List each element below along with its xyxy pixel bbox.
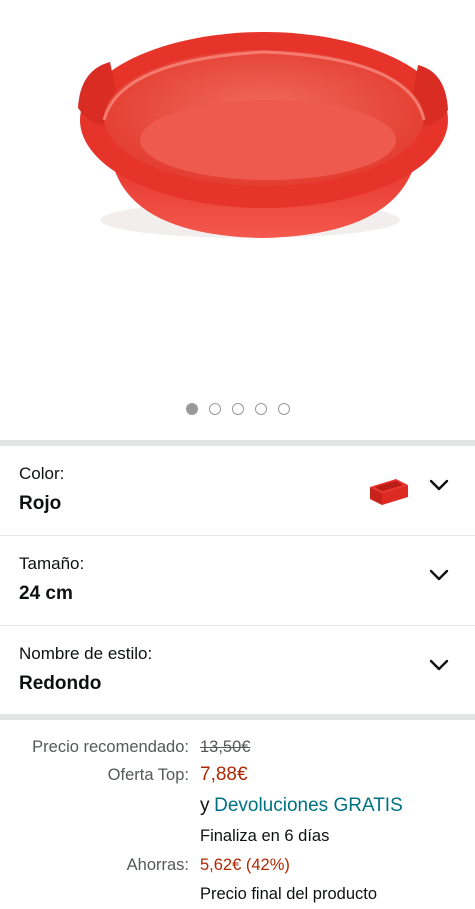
returns-prefix: y <box>200 795 210 816</box>
variation-size-value: 24 cm <box>19 583 73 604</box>
section-divider <box>0 714 475 720</box>
free-returns-link[interactable]: Devoluciones GRATIS <box>214 795 403 816</box>
final-price-note: Precio final del producto <box>200 885 378 903</box>
variation-style-label: Nombre de estilo: <box>19 644 153 663</box>
image-pagination-dots[interactable] <box>0 403 475 415</box>
chevron-down-icon[interactable] <box>429 569 449 581</box>
variation-size-row[interactable]: Tamaño: 24 cm <box>0 536 475 626</box>
offer-price-value: 7,88€ <box>200 764 248 785</box>
offer-price-label: Oferta Top: <box>107 766 189 784</box>
recommended-price-value: 13,50€ <box>200 738 251 756</box>
variation-color-label: Color: <box>19 464 65 483</box>
pagination-dot[interactable] <box>254 403 267 415</box>
chevron-down-icon[interactable] <box>429 659 449 671</box>
chevron-down-icon[interactable] <box>429 479 449 491</box>
variation-color-value: Rojo <box>19 493 62 514</box>
pagination-dot[interactable] <box>208 403 221 415</box>
product-image-gallery[interactable] <box>0 0 475 440</box>
variation-style-value: Redondo <box>19 673 102 694</box>
savings-value: 5,62€ (42%) <box>200 856 290 874</box>
red-cake-mold-thumbnail-icon[interactable] <box>366 473 410 509</box>
variation-size-label: Tamaño: <box>19 554 85 573</box>
pagination-dot[interactable] <box>277 403 290 415</box>
pagination-dot[interactable] <box>231 403 244 415</box>
deal-ends-text: Finaliza en 6 días <box>200 827 330 845</box>
recommended-price-label: Precio recomendado: <box>32 738 189 756</box>
variation-style-row[interactable]: Nombre de estilo: Redondo <box>0 626 475 716</box>
product-image[interactable] <box>0 0 475 300</box>
pagination-dot-active[interactable] <box>185 403 198 415</box>
savings-label: Ahorras: <box>126 856 189 874</box>
